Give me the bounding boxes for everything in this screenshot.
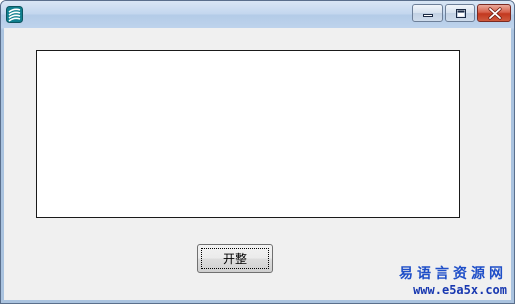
watermark-url: www.e5a5x.com [413, 283, 507, 297]
watermark: 易语言资源网 www.e5a5x.com [399, 265, 507, 297]
title-bar[interactable] [1, 1, 514, 28]
start-button-label: 开整 [201, 248, 269, 269]
maximize-icon [456, 9, 466, 18]
output-textbox[interactable] [36, 50, 460, 218]
watermark-title: 易语言资源网 [399, 266, 507, 282]
minimize-icon [423, 14, 433, 17]
start-button[interactable]: 开整 [197, 244, 273, 273]
close-icon [488, 7, 502, 20]
close-button[interactable] [477, 4, 511, 22]
client-area: 开整 易语言资源网 www.e5a5x.com [4, 28, 511, 300]
app-window: 开整 易语言资源网 www.e5a5x.com [0, 0, 515, 304]
maximize-button[interactable] [445, 4, 475, 22]
minimize-button[interactable] [412, 4, 443, 22]
app-logo-icon[interactable] [6, 6, 23, 23]
